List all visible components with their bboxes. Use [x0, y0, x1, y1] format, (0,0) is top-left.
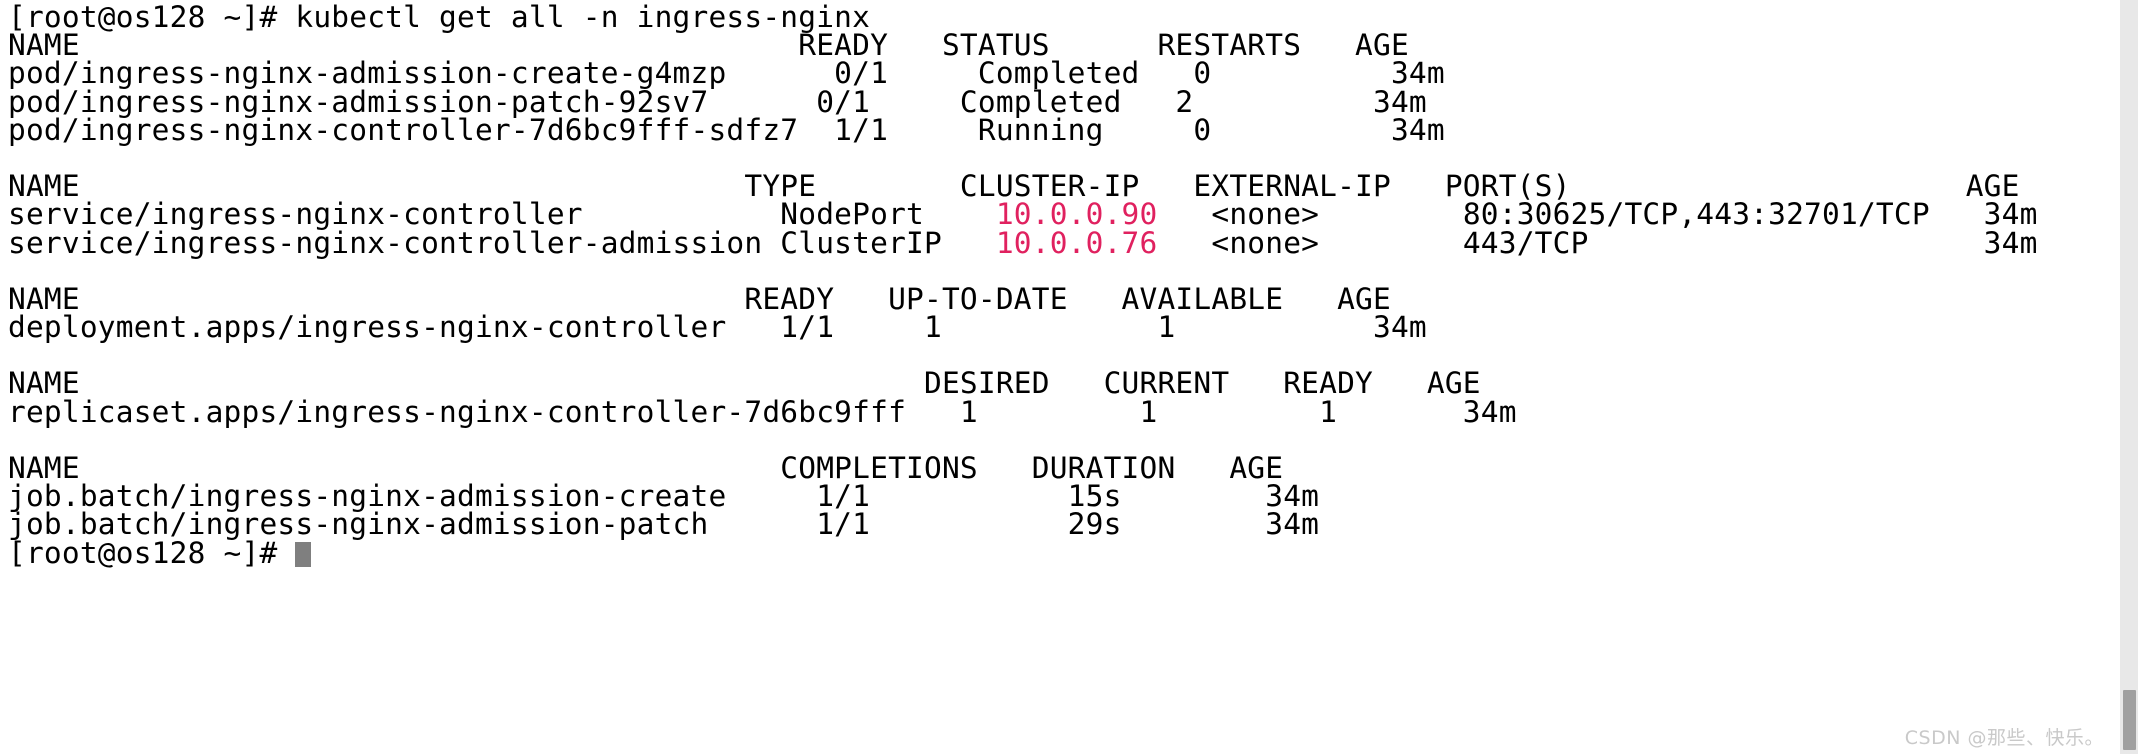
- table-header-row: NAME READY UP-TO-DATE AVAILABLE AGE: [8, 281, 1391, 316]
- table-row: service/ingress-nginx-controller NodePor…: [8, 200, 2090, 230]
- final-prompt-line[interactable]: [root@os128 ~]#: [8, 535, 2090, 570]
- table-row: pod/ingress-nginx-admission-patch-92sv7 …: [8, 84, 1427, 119]
- terminal-window[interactable]: - - [root@os128 ~]# kubectl get all -n i…: [0, 0, 2138, 754]
- table-header-row: NAME READY STATUS RESTARTS AGE: [8, 28, 1409, 63]
- table-row: replicaset.apps/ingress-nginx-controller…: [8, 394, 1517, 429]
- table-row: job.batch/ingress-nginx-admission-create…: [8, 479, 1320, 514]
- scrollbar-thumb[interactable]: [2123, 690, 2136, 750]
- row-prefix: service/ingress-nginx-controller-admissi…: [8, 225, 996, 260]
- cluster-ip-value: 10.0.0.76: [995, 225, 1158, 260]
- row-suffix: <none> 443/TCP 34m: [1157, 225, 2038, 260]
- terminal-output-area[interactable]: [root@os128 ~]# kubectl get all -n ingre…: [0, 0, 2090, 567]
- command-line: [root@os128 ~]# kubectl get all -n ingre…: [8, 0, 871, 34]
- shell-prompt: [root@os128 ~]#: [8, 535, 296, 570]
- table-row: pod/ingress-nginx-admission-create-g4mzp…: [8, 56, 1445, 91]
- block-cursor-icon: [295, 541, 312, 567]
- table-header-row: NAME DESIRED CURRENT READY AGE: [8, 366, 1481, 401]
- table-row: pod/ingress-nginx-controller-7d6bc9fff-s…: [8, 112, 1445, 147]
- table-row: job.batch/ingress-nginx-admission-patch …: [8, 507, 1320, 542]
- watermark-text: CSDN @那些、快乐。: [1904, 727, 2104, 749]
- table-row: service/ingress-nginx-controller-admissi…: [8, 225, 2090, 260]
- table-header-row: NAME TYPE CLUSTER-IP EXTERNAL-IP PORT(S)…: [8, 169, 2020, 204]
- table-header-row: NAME COMPLETIONS DURATION AGE: [8, 451, 1284, 485]
- table-row: deployment.apps/ingress-nginx-controller…: [8, 310, 1427, 345]
- vertical-scrollbar[interactable]: [2119, 0, 2138, 754]
